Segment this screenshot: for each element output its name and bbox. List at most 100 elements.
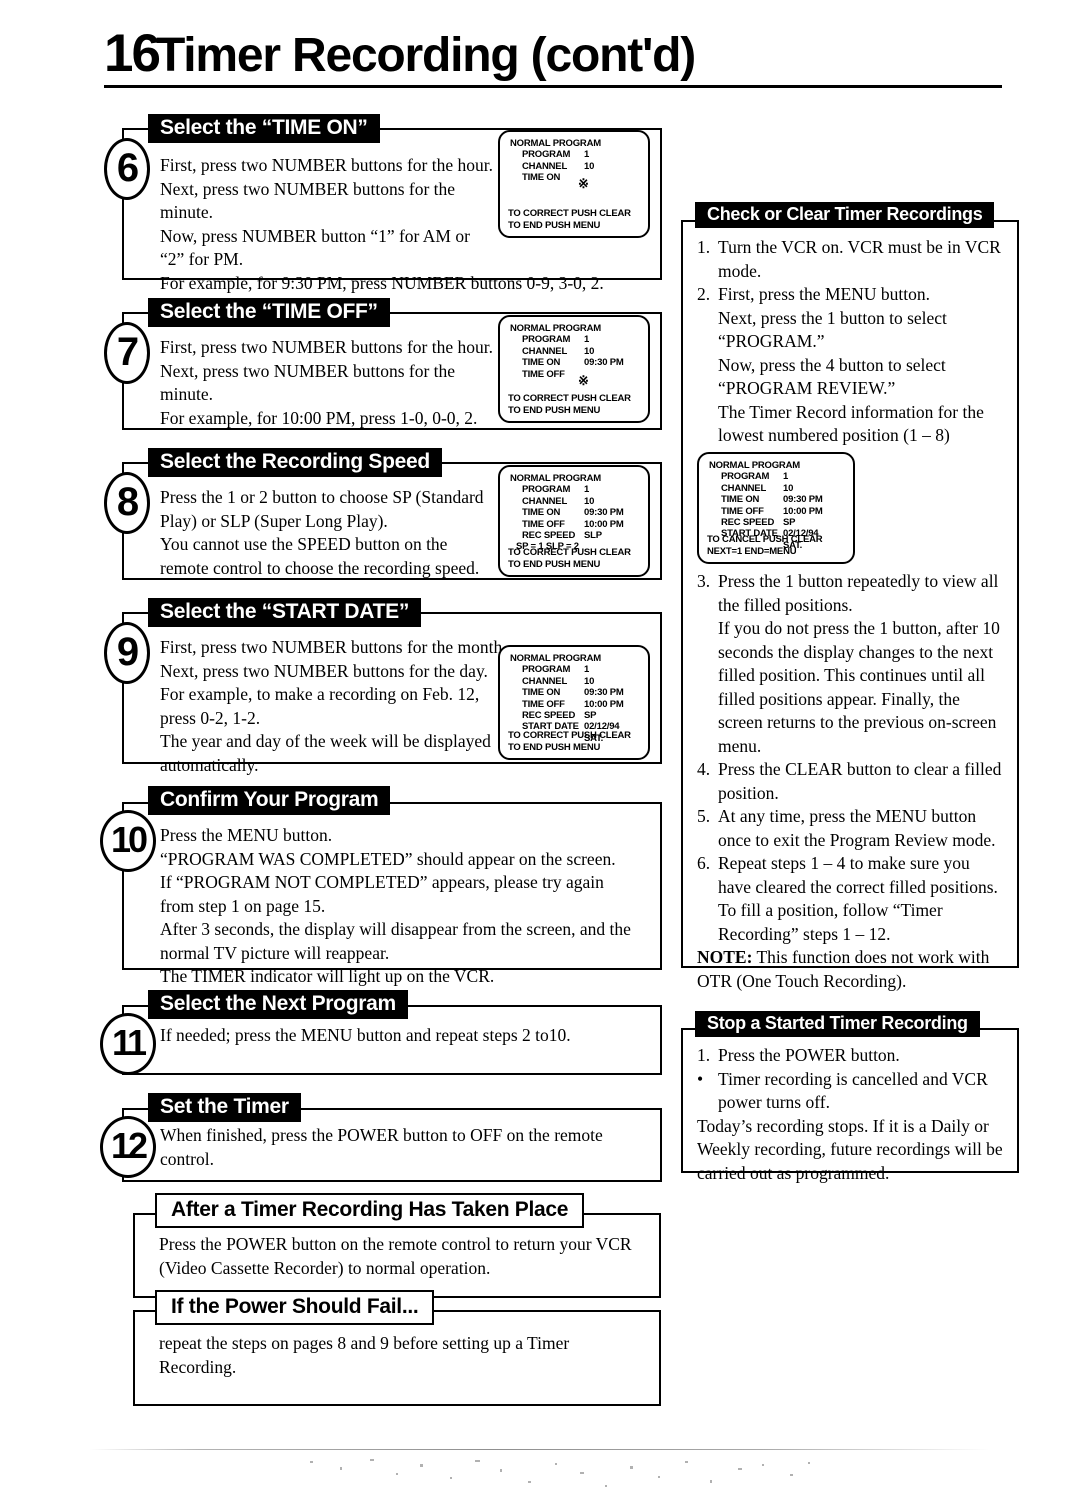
osd-footer: TO CORRECT PUSH CLEAR TO END PUSH MENU [508,393,631,416]
osd-label: CHANNEL [522,345,568,357]
osd-label: TIME ON [522,357,561,369]
list-marker: 6. [697,853,711,873]
osd-row: REC SPEED SLP [508,530,640,541]
list-text: At any time, press the MENU button once … [718,806,996,850]
osd-value-blinking: ※ [578,372,589,388]
osd-label: TIME ON [522,507,561,519]
osd-value: 10:00 PM [783,505,823,517]
osd-row: REC SPEED SP [707,517,845,528]
osd-label: TIME OFF [522,368,565,380]
list-item: 3. Press the 1 button repeatedly to view… [697,570,1005,758]
list-marker: 4. [697,759,711,779]
osd-value: 1 [584,334,590,346]
osd-footer-line: TO CANCEL PUSH CLEAR [707,534,823,546]
stop-started-heading: Stop a Started Timer Recording [695,1011,980,1037]
osd-header: NORMAL PROGRAM [510,473,601,484]
osd-value: 1 [783,471,789,483]
osd-header: NORMAL PROGRAM [709,460,800,471]
osd-row: TIME ON 09:30 PM [508,687,640,698]
osd-row: TIME ON ※ [508,172,640,192]
check-clear-list-bottom: 3. Press the 1 button repeatedly to view… [697,570,1005,993]
page-number: 16 [104,24,161,83]
osd-value: 09:30 PM [783,494,823,506]
osd-row: CHANNEL 10 [508,676,640,687]
list-item: 1. Turn the VCR on. VCR must be in VCR m… [697,236,1005,283]
list-marker: • [697,1068,704,1089]
osd-label: TIME ON [522,687,561,699]
osd-value: 09:30 PM [584,507,624,519]
step-8-heading: Select the Recording Speed [148,448,442,478]
title-underline [104,85,1002,88]
step-9-osd: NORMAL PROGRAM PROGRAM 1 CHANNEL 10 TIME O… [498,645,650,760]
osd-value: 10 [783,482,794,494]
check-clear-heading: Check or Clear Timer Recordings [695,202,995,228]
step-11-heading: Select the Next Program [148,990,408,1020]
osd-footer-line: TO END PUSH MENU [508,404,601,416]
osd-footer-line: TO END PUSH MENU [508,219,601,231]
list-item: 2. First, press the MENU button. Next, p… [697,283,1005,471]
osd-value: 10 [584,160,595,172]
step-9-badge: 9 [104,622,150,684]
step-11-text: If needed; press the MENU button and rep… [160,1025,571,1045]
osd-label: TIME OFF [522,698,565,710]
list-marker: 5. [697,806,711,826]
list-marker: 2. [697,284,711,304]
list-text: Repeat steps 1 – 4 to make sure you have… [718,853,998,944]
osd-label: TIME ON [721,494,760,506]
osd-label: CHANNEL [522,160,568,172]
step-8-badge: 8 [104,472,150,534]
manual-page: 16 Timer Recording (cont'd) First, press… [0,0,1080,1502]
step-6-osd: NORMAL PROGRAM PROGRAM 1 CHANNEL 10 TIME O… [498,130,650,238]
list-text: Press the POWER button. [718,1045,900,1065]
osd-label: PROGRAM [721,471,770,483]
osd-value: 10:00 PM [584,518,624,530]
osd-row: PROGRAM 1 [508,149,640,160]
osd-label: TIME OFF [522,518,565,530]
osd-row: TIME ON 09:30 PM [508,357,640,368]
osd-footer-line: TO CORRECT PUSH CLEAR [508,730,631,742]
note-row: NOTE: This function does not work with O… [697,946,1005,993]
osd-value: 10 [584,345,595,357]
osd-label: TIME ON [522,172,561,184]
osd-value-blinking: ※ [578,176,589,192]
osd-label: PROGRAM [522,484,571,496]
note-label: NOTE: [697,947,753,967]
osd-value: 1 [584,484,590,496]
page-header: 16 Timer Recording (cont'd) [104,24,1004,90]
osd-row: PROGRAM 1 [508,664,640,675]
osd-value: 1 [584,664,590,676]
osd-footer: TO CORRECT PUSH CLEAR TO END PUSH MENU [508,730,631,753]
step-10-heading: Confirm Your Program [148,786,391,816]
program-review-osd: NORMAL PROGRAM PROGRAM 1 CHANNEL 10 TIME O… [697,452,855,564]
list-text: Press the 1 button repeatedly to view al… [718,571,1000,756]
osd-header: NORMAL PROGRAM [510,138,601,149]
osd-row: PROGRAM 1 [508,484,640,495]
osd-footer-line: TO END PUSH MENU [508,558,601,570]
after-recording-heading: After a Timer Recording Has Taken Place [155,1193,585,1229]
osd-footer: TO CORRECT PUSH CLEAR TO END PUSH MENU [508,547,631,570]
osd-row: CHANNEL 10 [508,346,640,357]
list-item: • Timer recording is cancelled and VCR p… [697,1068,1007,1115]
osd-value: 1 [584,149,590,161]
step-12-badge: 12 [100,1116,156,1178]
osd-footer-line: TO CORRECT PUSH CLEAR [508,208,631,220]
list-item: 6. Repeat steps 1 – 4 to make sure you h… [697,852,1005,946]
step-10-box: Press the MENU button. “PROGRAM WAS COMP… [122,802,662,986]
osd-value-blinking: SLP [584,530,640,541]
osd-label: REC SPEED [522,710,576,722]
osd-row: TIME OFF 10:00 PM [508,519,640,530]
osd-row: CHANNEL 10 [707,483,845,494]
osd-label: CHANNEL [522,675,568,687]
osd-value: SP [584,710,597,722]
osd-footer: TO CORRECT PUSH CLEAR TO END PUSH MENU [508,208,631,231]
osd-footer-line: TO CORRECT PUSH CLEAR [508,393,631,405]
osd-row: TIME ON 09:30 PM [508,507,640,518]
osd-row: TIME ON 09:30 PM [707,494,845,505]
osd-header: NORMAL PROGRAM [510,653,601,664]
osd-row: REC SPEED SP [508,710,640,721]
list-item: 1. Press the POWER button. [697,1044,1007,1068]
list-text: Timer recording is cancelled and VCR pow… [718,1068,988,1113]
step-12-text: When finished, press the POWER button to… [160,1125,603,1169]
list-marker: 3. [697,571,711,591]
osd-label: TIME OFF [721,505,764,517]
